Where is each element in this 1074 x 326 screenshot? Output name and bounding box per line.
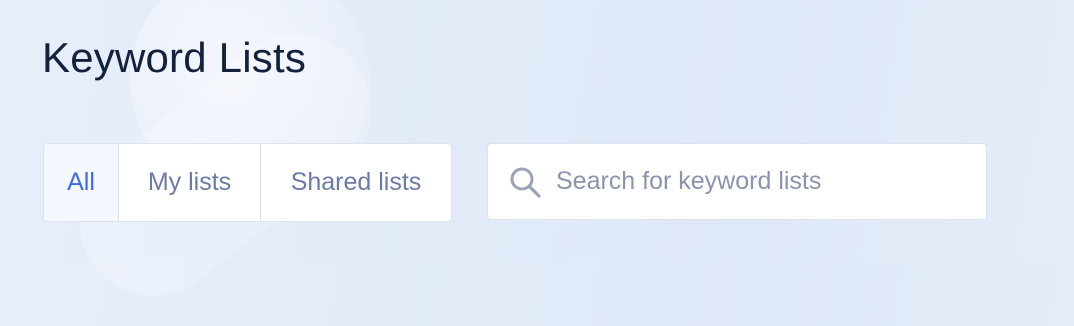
tab-my-lists[interactable]: My lists	[119, 144, 261, 221]
page-title: Keyword Lists	[42, 34, 307, 81]
tab-shared-lists[interactable]: Shared lists	[261, 144, 451, 221]
tab-all[interactable]: All	[44, 144, 119, 221]
search-box[interactable]	[487, 143, 987, 220]
search-icon	[508, 165, 542, 199]
list-filter-tabs: All My lists Shared lists	[43, 143, 452, 222]
search-input[interactable]	[556, 161, 956, 202]
